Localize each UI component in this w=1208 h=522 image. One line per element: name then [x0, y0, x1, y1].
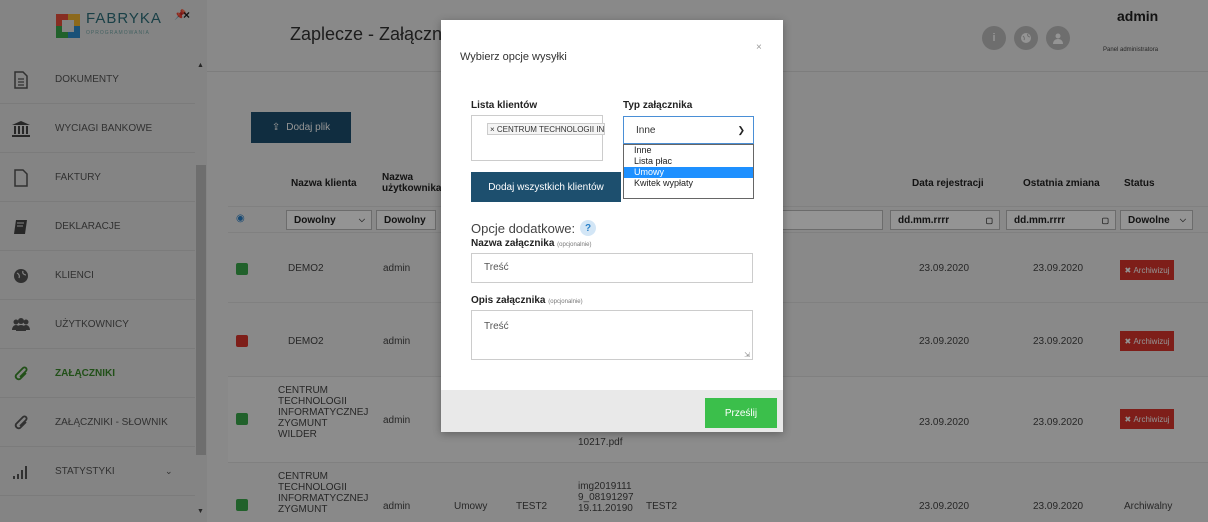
attachment-type-dropdown: Inne Lista płac Umowy Kwitek wypłaty [623, 144, 754, 199]
type-option[interactable]: Lista płac [624, 156, 753, 167]
chevron-down-icon: ❯ [737, 124, 745, 135]
clients-label: Lista klientów [471, 100, 538, 111]
attachment-name-input[interactable]: Treść [471, 253, 753, 283]
type-option[interactable]: Kwitek wypłaty [624, 178, 753, 189]
modal-title: Wybierz opcje wysyłki [460, 51, 567, 63]
close-icon[interactable]: × [756, 42, 762, 53]
resize-handle-icon[interactable]: ⇲ [744, 351, 750, 359]
extra-options-heading: Opcje dodatkowe: ? [471, 220, 597, 236]
desc-placeholder: Treść [484, 321, 509, 332]
desc-label-text: Opis załącznika [471, 295, 546, 306]
type-selected-value: Inne [636, 124, 656, 136]
name-optional: (opcjonalnie) [557, 242, 592, 248]
type-label: Typ załącznika [623, 100, 693, 111]
desc-label: Opis załącznika (opcjonalnie) [471, 295, 583, 306]
help-icon[interactable]: ? [580, 220, 597, 236]
desc-optional: (opcjonalnie) [548, 299, 583, 305]
name-label-text: Nazwa załącznika [471, 238, 555, 249]
client-multiselect[interactable]: × CENTRUM TECHNOLOGII INFORMATYCZNEJ [471, 115, 605, 161]
name-label: Nazwa załącznika (opcjonalnie) [471, 238, 592, 249]
add-all-clients-button[interactable]: Dodaj wszystkich klientów [471, 172, 621, 202]
name-placeholder: Treść [484, 262, 509, 273]
type-option-highlighted[interactable]: Umowy [624, 167, 753, 178]
attachment-type-select[interactable]: Inne ❯ [623, 116, 754, 144]
send-options-modal: Wybierz opcje wysyłki × Lista klientów T… [441, 20, 783, 432]
client-tag[interactable]: × CENTRUM TECHNOLOGII INFORMATYCZNEJ [487, 123, 605, 135]
send-button[interactable]: Prześlij [705, 398, 777, 428]
extra-options-label: Opcje dodatkowe: [471, 220, 576, 236]
type-option[interactable]: Inne [624, 145, 753, 156]
attachment-description-textarea[interactable]: Treść ⇲ [471, 310, 753, 360]
